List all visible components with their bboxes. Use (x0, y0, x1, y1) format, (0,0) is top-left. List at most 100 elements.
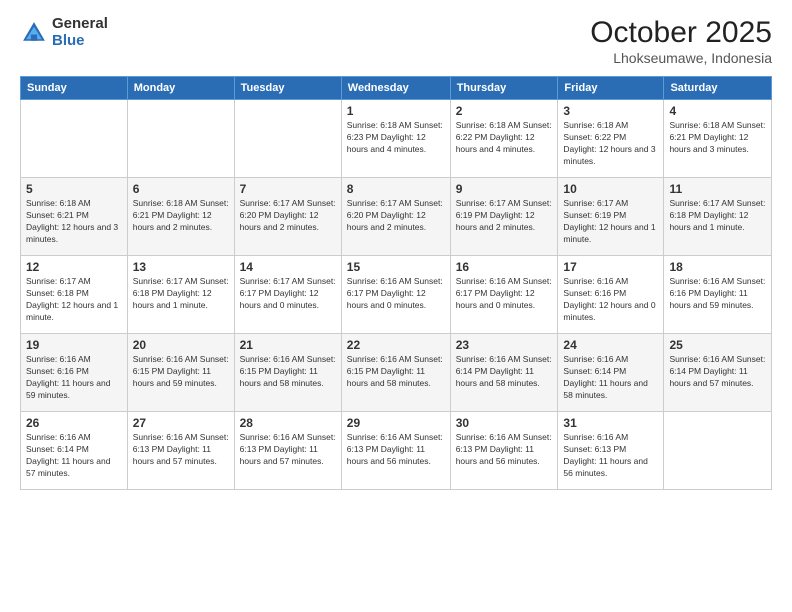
table-row: 18Sunrise: 6:16 AM Sunset: 6:16 PM Dayli… (664, 256, 772, 334)
table-row: 8Sunrise: 6:17 AM Sunset: 6:20 PM Daylig… (341, 178, 450, 256)
day-number: 24 (563, 338, 658, 352)
day-number: 12 (26, 260, 122, 274)
col-saturday: Saturday (664, 77, 772, 100)
day-info: Sunrise: 6:18 AM Sunset: 6:21 PM Dayligh… (26, 198, 122, 246)
day-info: Sunrise: 6:16 AM Sunset: 6:13 PM Dayligh… (563, 432, 658, 480)
day-number: 20 (133, 338, 229, 352)
table-row: 11 Sunrise: 6:17 AM Sunset: 6:18 PM Dayli… (664, 178, 772, 256)
calendar-week-3: 12 Sunrise: 6:17 AM Sunset: 6:18 PM Dayli… (21, 256, 772, 334)
table-row: 24 Sunrise: 6:16 AM Sunset: 6:14 PM Dayli… (558, 334, 664, 412)
col-friday: Friday (558, 77, 664, 100)
day-number: 8 (347, 182, 445, 196)
day-info: Sunrise: 6:17 AM Sunset: 6:17 PM Dayligh… (240, 276, 336, 312)
day-info: Sunrise: 6:18 AM Sunset: 6:21 PM Dayligh… (133, 198, 229, 234)
day-number: 25 (669, 338, 766, 352)
day-info: Sunrise: 6:16 AM Sunset: 6:14 PM Dayligh… (669, 354, 766, 390)
header: General Blue October 2025 Lhokseumawe, I… (20, 16, 772, 66)
table-row (127, 100, 234, 178)
table-row: 21 Sunrise: 6:16 AM Sunset: 6:15 PM Dayli… (234, 334, 341, 412)
logo-blue-text: Blue (52, 33, 108, 50)
calendar-week-4: 19 Sunrise: 6:16 AM Sunset: 6:16 PM Dayli… (21, 334, 772, 412)
day-number: 10 (563, 182, 658, 196)
table-row: 9 Sunrise: 6:17 AM Sunset: 6:19 PM Daylig… (450, 178, 558, 256)
day-number: 2 (456, 104, 553, 118)
location-title: Lhokseumawe, Indonesia (590, 50, 772, 66)
day-number: 26 (26, 416, 122, 430)
table-row: 3Sunrise: 6:18 AM Sunset: 6:22 PM Daylig… (558, 100, 664, 178)
col-monday: Monday (127, 77, 234, 100)
table-row: 13 Sunrise: 6:17 AM Sunset: 6:18 PM Dayli… (127, 256, 234, 334)
day-number: 11 (669, 182, 766, 196)
calendar-week-1: 1 Sunrise: 6:18 AM Sunset: 6:23 PM Daylig… (21, 100, 772, 178)
day-info: Sunrise: 6:16 AM Sunset: 6:15 PM Dayligh… (347, 354, 445, 390)
day-number: 16 (456, 260, 553, 274)
table-row: 17Sunrise: 6:16 AM Sunset: 6:16 PM Dayli… (558, 256, 664, 334)
table-row: 4 Sunrise: 6:18 AM Sunset: 6:21 PM Daylig… (664, 100, 772, 178)
day-info: Sunrise: 6:16 AM Sunset: 6:13 PM Dayligh… (456, 432, 553, 468)
day-info: Sunrise: 6:16 AM Sunset: 6:16 PM Dayligh… (26, 354, 122, 402)
day-info: Sunrise: 6:17 AM Sunset: 6:20 PM Dayligh… (240, 198, 336, 234)
day-info: Sunrise: 6:16 AM Sunset: 6:15 PM Dayligh… (133, 354, 229, 390)
day-number: 14 (240, 260, 336, 274)
title-block: October 2025 Lhokseumawe, Indonesia (590, 16, 772, 66)
day-number: 9 (456, 182, 553, 196)
day-info: Sunrise: 6:18 AM Sunset: 6:23 PM Dayligh… (347, 120, 445, 156)
day-number: 21 (240, 338, 336, 352)
table-row: 31Sunrise: 6:16 AM Sunset: 6:13 PM Dayli… (558, 412, 664, 490)
col-wednesday: Wednesday (341, 77, 450, 100)
day-info: Sunrise: 6:18 AM Sunset: 6:21 PM Dayligh… (669, 120, 766, 156)
day-info: Sunrise: 6:16 AM Sunset: 6:17 PM Dayligh… (347, 276, 445, 312)
day-info: Sunrise: 6:16 AM Sunset: 6:13 PM Dayligh… (347, 432, 445, 468)
day-info: Sunrise: 6:16 AM Sunset: 6:14 PM Dayligh… (26, 432, 122, 480)
table-row: 22Sunrise: 6:16 AM Sunset: 6:15 PM Dayli… (341, 334, 450, 412)
col-sunday: Sunday (21, 77, 128, 100)
table-row (21, 100, 128, 178)
day-number: 6 (133, 182, 229, 196)
table-row: 26 Sunrise: 6:16 AM Sunset: 6:14 PM Dayli… (21, 412, 128, 490)
table-row: 5 Sunrise: 6:18 AM Sunset: 6:21 PM Daylig… (21, 178, 128, 256)
table-row: 12 Sunrise: 6:17 AM Sunset: 6:18 PM Dayli… (21, 256, 128, 334)
table-row: 30 Sunrise: 6:16 AM Sunset: 6:13 PM Dayli… (450, 412, 558, 490)
table-row: 29Sunrise: 6:16 AM Sunset: 6:13 PM Dayli… (341, 412, 450, 490)
day-number: 18 (669, 260, 766, 274)
calendar-header-row: Sunday Monday Tuesday Wednesday Thursday… (21, 77, 772, 100)
table-row: 6 Sunrise: 6:18 AM Sunset: 6:21 PM Daylig… (127, 178, 234, 256)
page: General Blue October 2025 Lhokseumawe, I… (0, 0, 792, 612)
table-row: 10Sunrise: 6:17 AM Sunset: 6:19 PM Dayli… (558, 178, 664, 256)
day-info: Sunrise: 6:18 AM Sunset: 6:22 PM Dayligh… (456, 120, 553, 156)
day-info: Sunrise: 6:17 AM Sunset: 6:19 PM Dayligh… (456, 198, 553, 234)
day-info: Sunrise: 6:16 AM Sunset: 6:14 PM Dayligh… (563, 354, 658, 402)
col-tuesday: Tuesday (234, 77, 341, 100)
day-number: 7 (240, 182, 336, 196)
day-info: Sunrise: 6:16 AM Sunset: 6:13 PM Dayligh… (133, 432, 229, 468)
table-row: 14 Sunrise: 6:17 AM Sunset: 6:17 PM Dayli… (234, 256, 341, 334)
day-info: Sunrise: 6:17 AM Sunset: 6:18 PM Dayligh… (133, 276, 229, 312)
table-row: 20 Sunrise: 6:16 AM Sunset: 6:15 PM Dayli… (127, 334, 234, 412)
day-number: 19 (26, 338, 122, 352)
day-number: 4 (669, 104, 766, 118)
table-row: 16Sunrise: 6:16 AM Sunset: 6:17 PM Dayli… (450, 256, 558, 334)
day-number: 1 (347, 104, 445, 118)
day-number: 5 (26, 182, 122, 196)
calendar-week-2: 5 Sunrise: 6:18 AM Sunset: 6:21 PM Daylig… (21, 178, 772, 256)
day-number: 13 (133, 260, 229, 274)
table-row: 15Sunrise: 6:16 AM Sunset: 6:17 PM Dayli… (341, 256, 450, 334)
logo: General Blue (20, 16, 108, 49)
logo-general-text: General (52, 16, 108, 33)
month-title: October 2025 (590, 16, 772, 50)
col-thursday: Thursday (450, 77, 558, 100)
day-info: Sunrise: 6:18 AM Sunset: 6:22 PM Dayligh… (563, 120, 658, 168)
day-number: 30 (456, 416, 553, 430)
table-row (234, 100, 341, 178)
table-row (664, 412, 772, 490)
day-number: 27 (133, 416, 229, 430)
day-info: Sunrise: 6:17 AM Sunset: 6:18 PM Dayligh… (669, 198, 766, 234)
table-row: 2 Sunrise: 6:18 AM Sunset: 6:22 PM Daylig… (450, 100, 558, 178)
day-info: Sunrise: 6:16 AM Sunset: 6:15 PM Dayligh… (240, 354, 336, 390)
table-row: 27 Sunrise: 6:16 AM Sunset: 6:13 PM Dayli… (127, 412, 234, 490)
day-info: Sunrise: 6:16 AM Sunset: 6:16 PM Dayligh… (563, 276, 658, 324)
table-row: 19 Sunrise: 6:16 AM Sunset: 6:16 PM Dayli… (21, 334, 128, 412)
table-row: 28Sunrise: 6:16 AM Sunset: 6:13 PM Dayli… (234, 412, 341, 490)
day-info: Sunrise: 6:17 AM Sunset: 6:18 PM Dayligh… (26, 276, 122, 324)
table-row: 23Sunrise: 6:16 AM Sunset: 6:14 PM Dayli… (450, 334, 558, 412)
